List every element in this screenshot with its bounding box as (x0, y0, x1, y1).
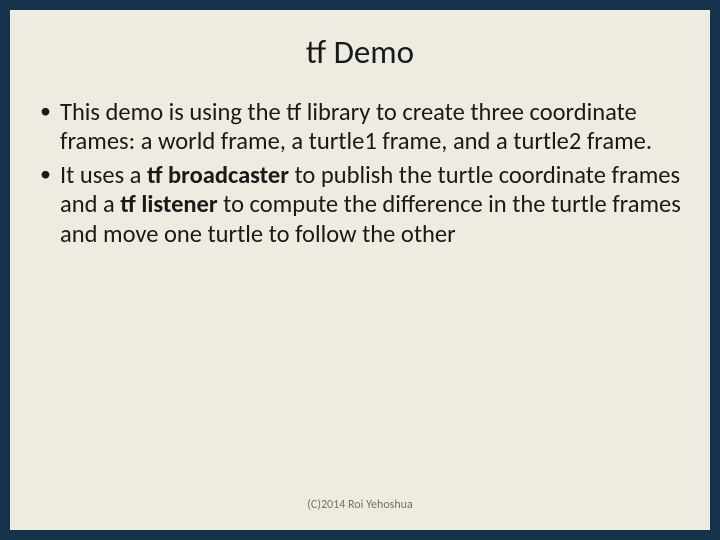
bullet-list: This demo is using the tf library to cre… (38, 98, 688, 249)
slide: tf Demo This demo is using the tf librar… (10, 10, 710, 530)
list-item: This demo is using the tf library to cre… (38, 98, 688, 157)
bullet-text: It uses a (60, 160, 147, 190)
bullet-bold: tf broadcaster (147, 160, 289, 190)
list-item: It uses a tf broadcaster to publish the … (38, 161, 688, 249)
bullet-text: This demo is using the tf library to cre… (60, 97, 652, 156)
slide-body: This demo is using the tf library to cre… (32, 98, 688, 498)
slide-footer: (C)2014 Roi Yehoshua (32, 498, 688, 512)
bullet-bold: tf listener (120, 189, 217, 219)
slide-title: tf Demo (32, 32, 688, 72)
